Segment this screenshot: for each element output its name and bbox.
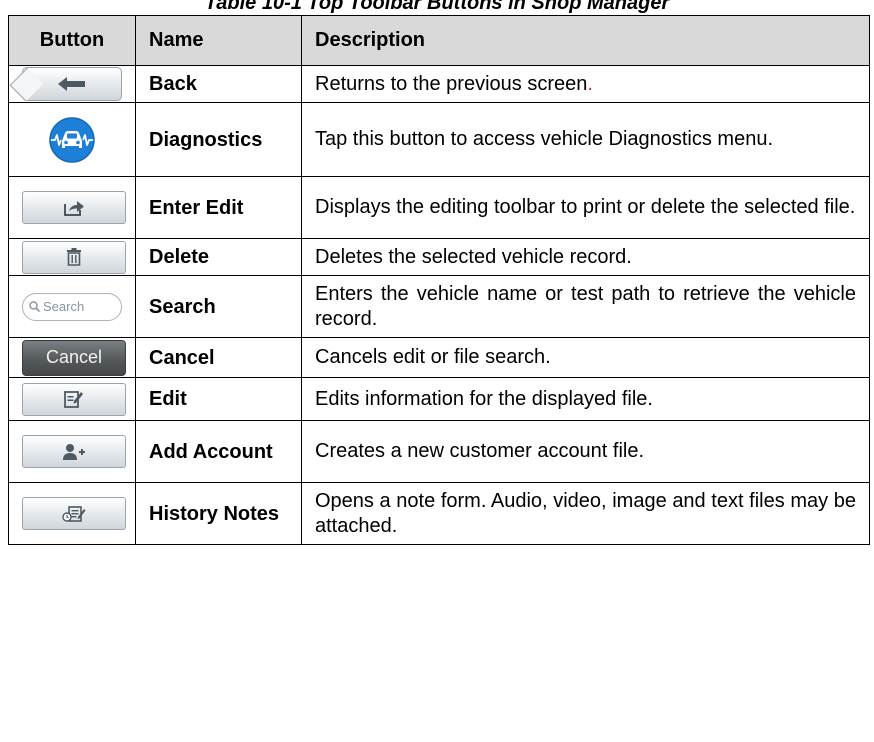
table-row: Cancel Cancel Cancels edit or file searc… — [8, 337, 870, 378]
name-cell: Enter Edit — [135, 176, 302, 239]
button-cell — [8, 377, 136, 421]
button-cell — [8, 65, 136, 103]
car-diagnostics-icon[interactable] — [48, 116, 96, 164]
button-cell — [8, 102, 136, 177]
name-cell: History Notes — [135, 482, 302, 545]
button-cell — [8, 482, 136, 545]
name-cell: Diagnostics — [135, 102, 302, 177]
back-arrow-icon — [58, 77, 85, 91]
header-button: Button — [8, 15, 136, 66]
button-cell: Search — [8, 275, 136, 338]
table-row: Search Search Enters the vehicle name or… — [8, 275, 870, 338]
description-cell: Creates a new customer account file. — [301, 420, 870, 483]
trash-icon — [67, 248, 81, 266]
table-row: History Notes Opens a note form. Audio, … — [8, 482, 870, 545]
table-row: Diagnostics Tap this button to access ve… — [8, 102, 870, 177]
edit-form-icon — [64, 391, 83, 408]
description-cell: Opens a note form. Audio, video, image a… — [301, 482, 870, 545]
button-cell — [8, 176, 136, 239]
table-row: Enter Edit Displays the editing toolbar … — [8, 176, 870, 239]
header-name: Name — [135, 15, 302, 66]
name-cell: Add Account — [135, 420, 302, 483]
name-cell: Edit — [135, 377, 302, 421]
table-row: Delete Deletes the selected vehicle reco… — [8, 238, 870, 276]
toolbar-buttons-table: Button Name Description Back Returns to … — [8, 15, 870, 545]
edit-button[interactable] — [22, 382, 126, 416]
table-header-row: Button Name Description — [8, 15, 870, 66]
table-row: Edit Edits information for the displayed… — [8, 377, 870, 421]
add-user-icon — [63, 443, 85, 460]
description-cell: Returns to the previous screen. — [301, 65, 870, 103]
description-cell: Edits information for the displayed file… — [301, 377, 870, 421]
button-cell — [8, 420, 136, 483]
enter-edit-button[interactable] — [22, 191, 126, 224]
button-cell: Cancel — [8, 337, 136, 378]
history-notes-icon — [62, 505, 86, 522]
search-button-text: Search — [43, 299, 85, 314]
search-icon — [29, 301, 40, 312]
name-cell: Back — [135, 65, 302, 103]
description-cell: Cancels edit or file search. — [301, 337, 870, 378]
name-cell: Search — [135, 275, 302, 338]
back-button[interactable] — [22, 67, 122, 101]
name-cell: Delete — [135, 238, 302, 276]
history-notes-button[interactable] — [22, 497, 126, 530]
table-row: Add Account Creates a new customer accou… — [8, 420, 870, 483]
header-description: Description — [301, 15, 870, 66]
name-cell: Cancel — [135, 337, 302, 378]
description-cell: Displays the editing toolbar to print or… — [301, 176, 870, 239]
description-cell: Enters the vehicle name or test path to … — [301, 275, 870, 338]
add-account-button[interactable] — [22, 435, 126, 468]
share-export-icon — [64, 200, 84, 216]
description-cell: Deletes the selected vehicle record. — [301, 238, 870, 276]
search-button[interactable]: Search — [22, 292, 122, 321]
delete-button[interactable] — [22, 240, 126, 274]
table-caption: Table 10-1 Top Toolbar Buttons in Shop M… — [204, 0, 670, 14]
description-cell: Tap this button to access vehicle Diagno… — [301, 102, 870, 177]
cancel-button[interactable]: Cancel — [22, 339, 126, 376]
button-cell — [8, 238, 136, 276]
table-row: Back Returns to the previous screen. — [8, 65, 870, 103]
